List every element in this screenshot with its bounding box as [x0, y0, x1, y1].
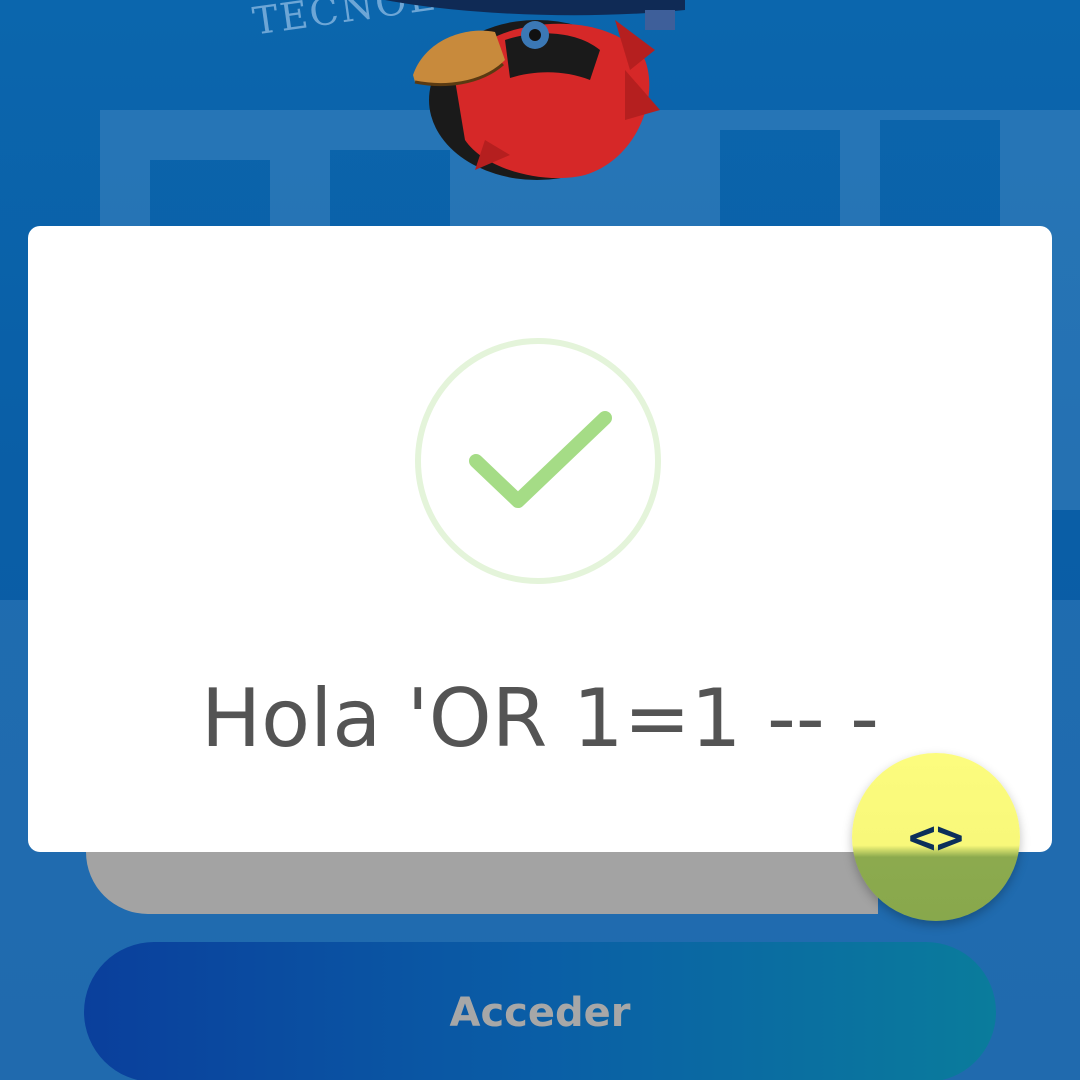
cardinal-mascot-logo	[385, 0, 685, 180]
dialog-title: Hola 'OR 1=1 -- -	[200, 672, 880, 765]
login-submit-button[interactable]: Acceder	[84, 942, 996, 1080]
code-brackets-icon: <>	[908, 810, 964, 864]
code-fab-button[interactable]: <>	[852, 753, 1020, 921]
app-screen: TECNOLÓGICOS SUPERIORES DE ............ …	[0, 0, 1080, 1080]
success-check-icon	[415, 338, 661, 584]
